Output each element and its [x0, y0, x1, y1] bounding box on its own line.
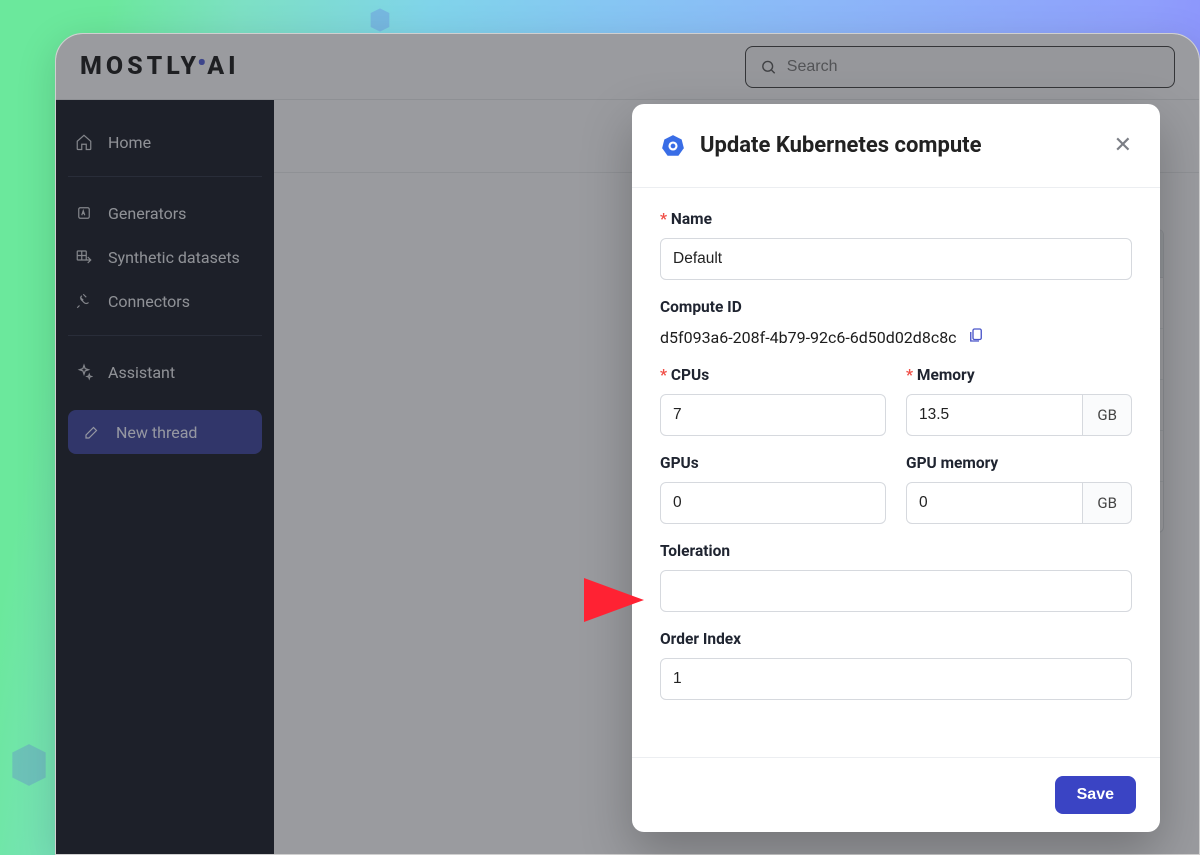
toleration-label: Toleration: [660, 542, 1132, 560]
modal-title: Update Kubernetes compute: [700, 133, 1114, 158]
gpu-memory-unit: GB: [1083, 482, 1132, 524]
gpus-label: GPUs: [660, 454, 886, 472]
gpu-memory-input[interactable]: [906, 482, 1083, 524]
gpus-input[interactable]: [660, 482, 886, 524]
copy-icon[interactable]: [967, 326, 985, 348]
compute-id-label: Compute ID: [660, 298, 1132, 316]
name-input[interactable]: [660, 238, 1132, 280]
name-label: * Name: [660, 210, 1132, 228]
memory-unit: GB: [1083, 394, 1132, 436]
kubernetes-icon: [660, 133, 686, 159]
memory-input[interactable]: [906, 394, 1083, 436]
toleration-input[interactable]: [660, 570, 1132, 612]
close-icon[interactable]: ✕: [1114, 135, 1132, 157]
cpus-label: * CPUs: [660, 366, 886, 384]
memory-label: * Memory: [906, 366, 1132, 384]
compute-id-value: d5f093a6-208f-4b79-92c6-6d50d02d8c8c: [660, 328, 957, 347]
update-compute-modal: Update Kubernetes compute ✕ * Name Compu…: [632, 104, 1160, 832]
order-index-label: Order Index: [660, 630, 1132, 648]
gpu-memory-label: GPU memory: [906, 454, 1132, 472]
save-button[interactable]: Save: [1055, 776, 1136, 814]
cpus-input[interactable]: [660, 394, 886, 436]
order-index-input[interactable]: [660, 658, 1132, 700]
